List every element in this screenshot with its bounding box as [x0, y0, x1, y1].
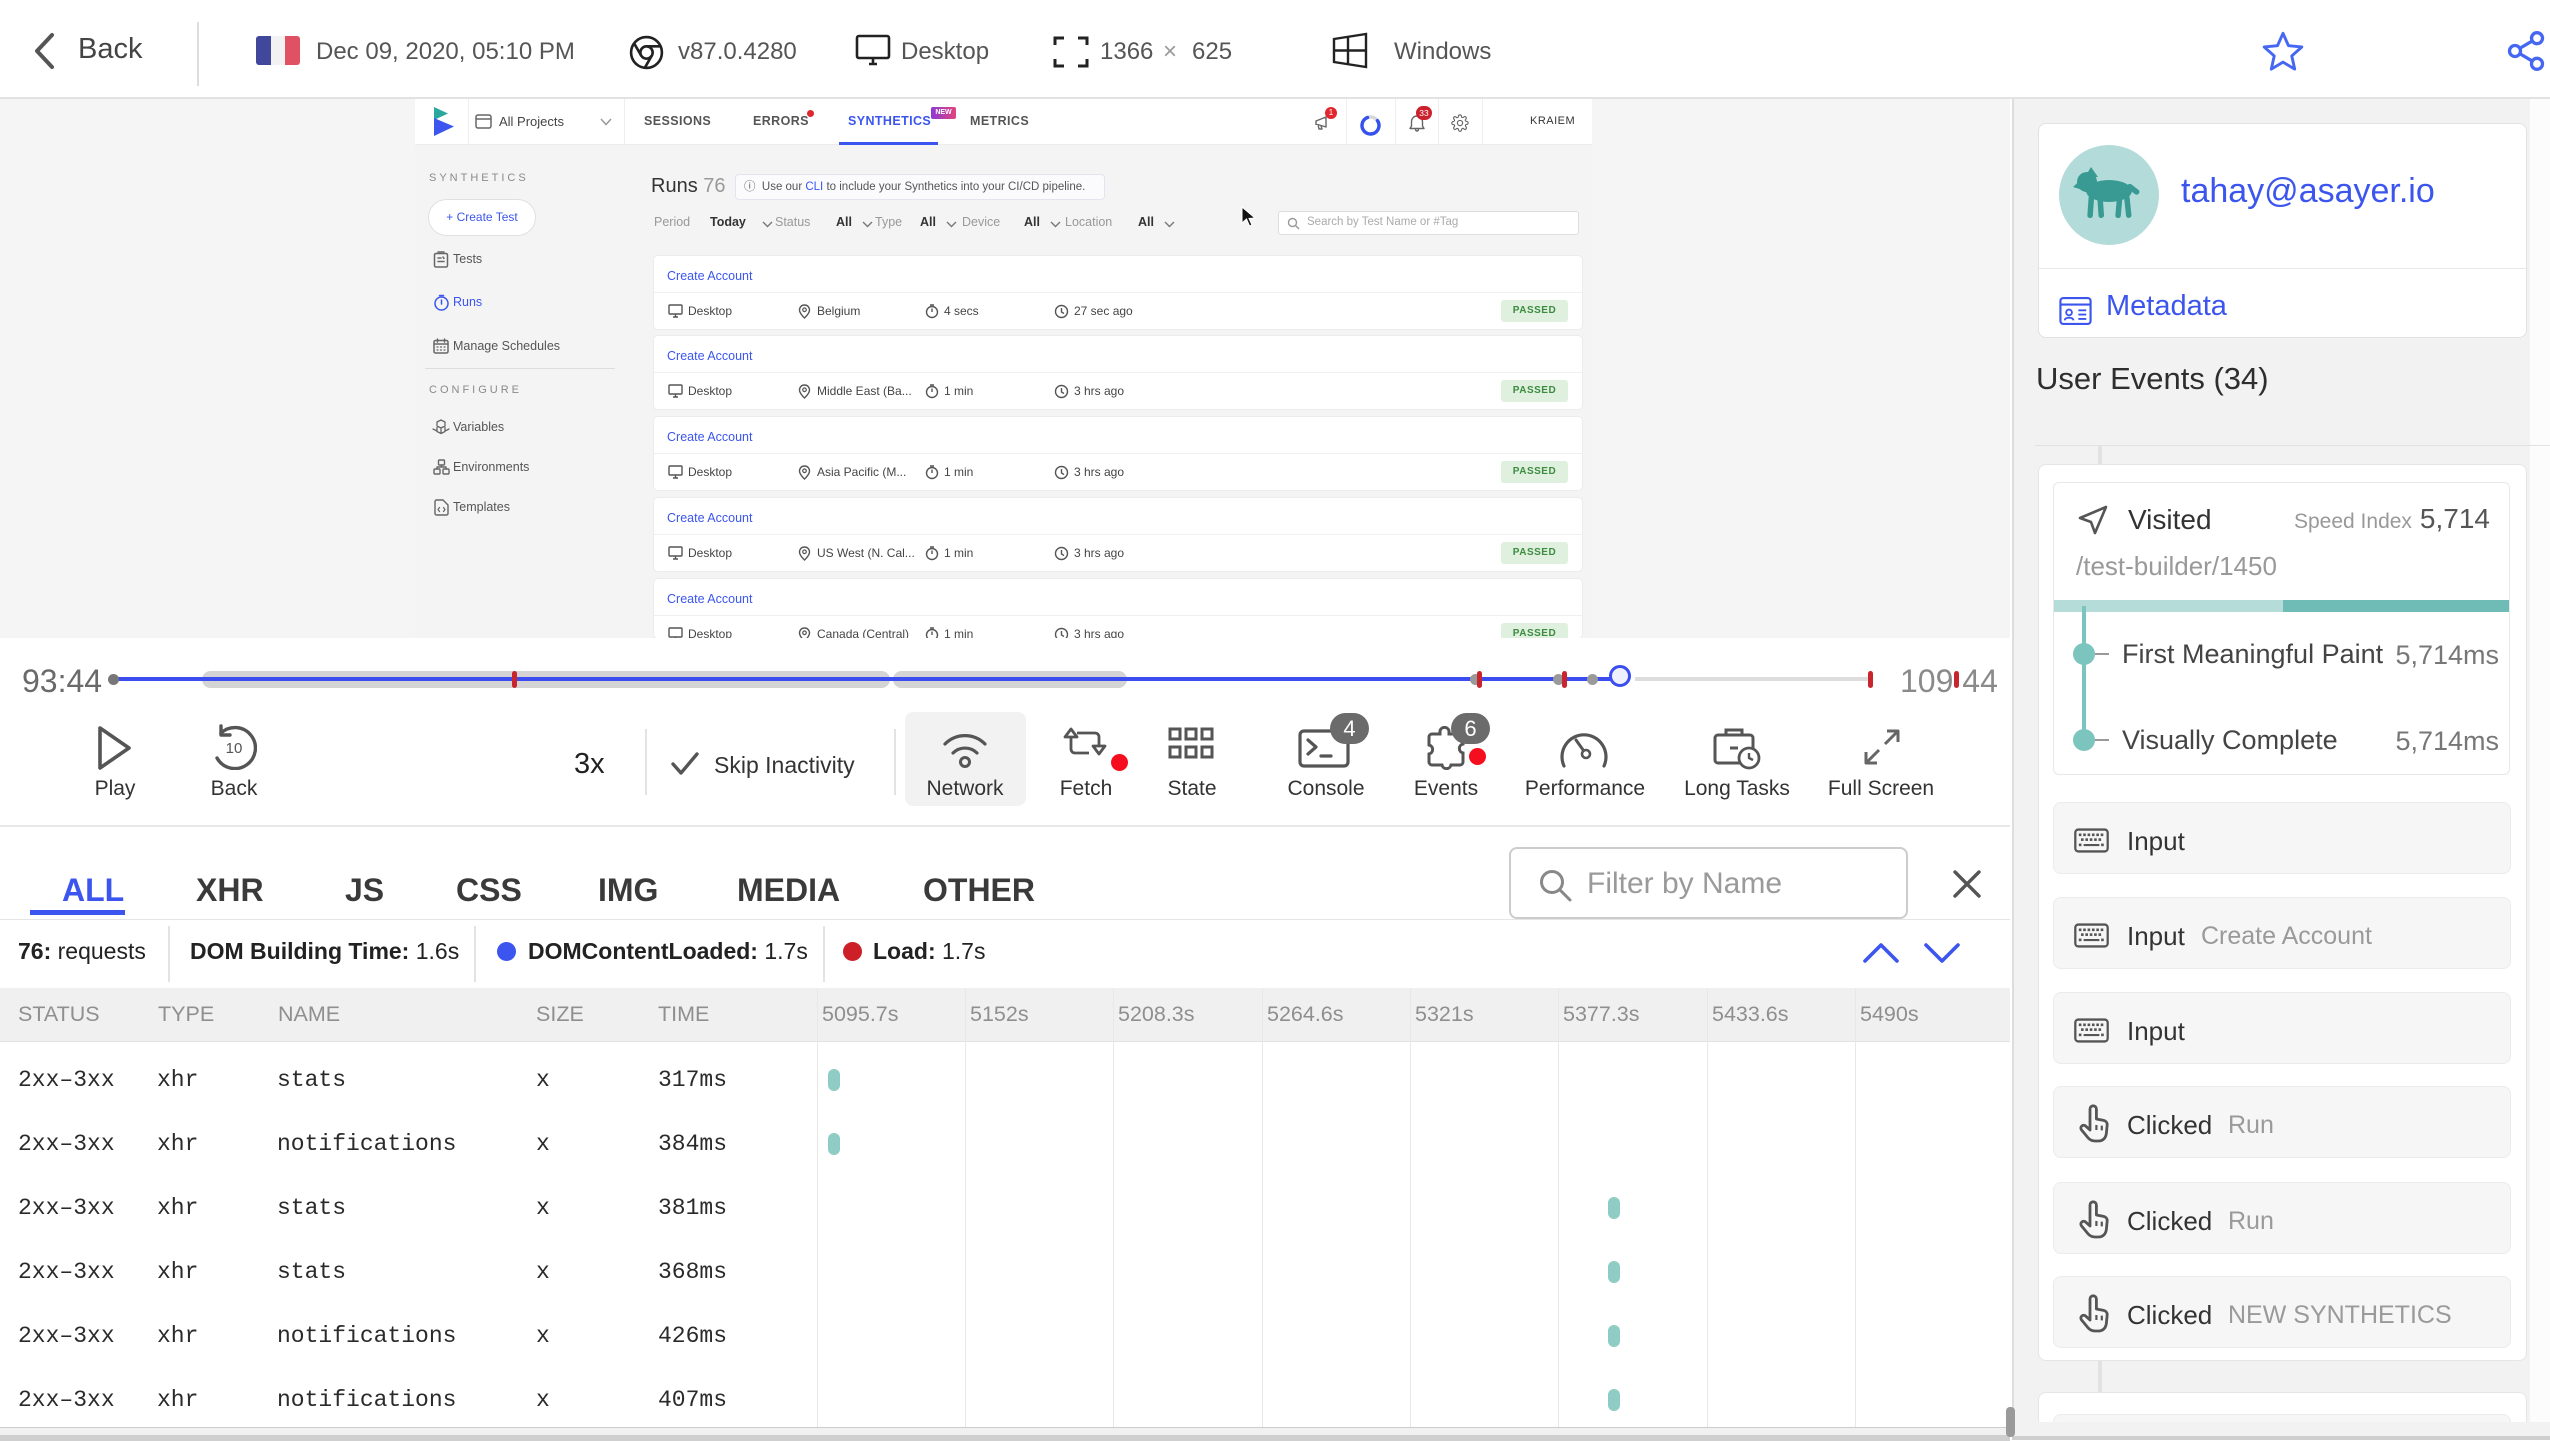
- svg-text:10: 10: [226, 740, 243, 757]
